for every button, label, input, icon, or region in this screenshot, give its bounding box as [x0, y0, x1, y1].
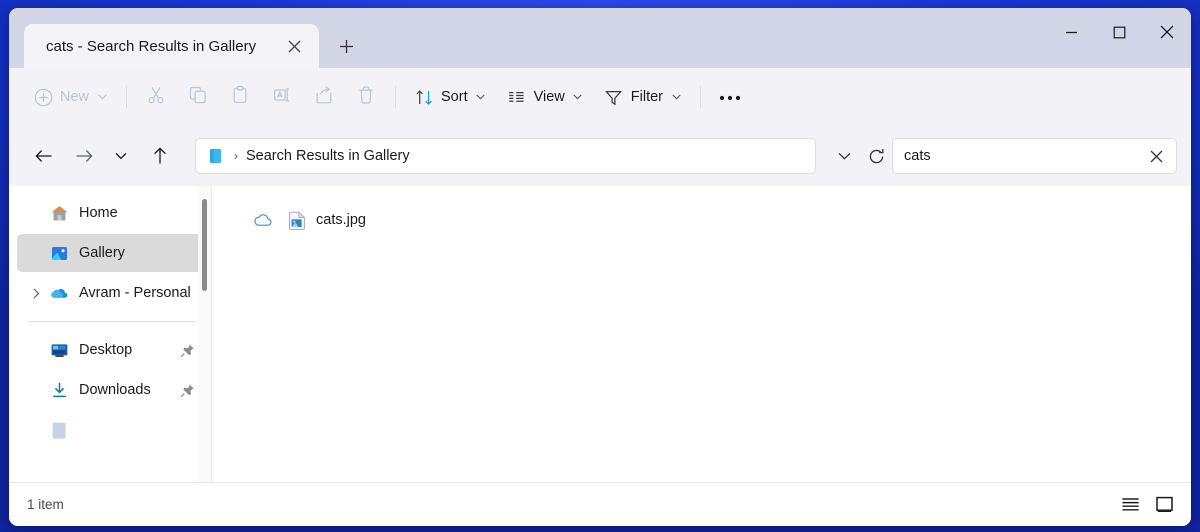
home-icon — [49, 203, 69, 223]
view-button[interactable]: View — [497, 79, 594, 115]
up-button[interactable] — [143, 139, 177, 173]
view-toggle-group — [1115, 491, 1179, 519]
sidebar-item-label: Desktop — [79, 342, 133, 358]
sidebar-scrollbar-track[interactable] — [198, 186, 211, 482]
documents-icon — [49, 420, 69, 440]
toolbar-divider-3 — [700, 86, 702, 108]
sort-icon — [414, 87, 434, 107]
scissors-icon — [146, 85, 166, 110]
sidebar-item-label: Home — [79, 205, 118, 221]
sidebar-item-partial[interactable] — [17, 411, 203, 449]
sidebar-scrollbar-thumb[interactable] — [202, 199, 207, 291]
status-bar: 1 item — [9, 482, 1191, 526]
search-input[interactable]: cats — [904, 148, 1142, 164]
toolbar-divider-1 — [126, 86, 128, 108]
tab-search-results[interactable]: cats - Search Results in Gallery — [24, 24, 319, 68]
pin-icon[interactable] — [179, 342, 195, 358]
tab-strip: cats - Search Results in Gallery — [9, 8, 361, 68]
pin-icon[interactable] — [179, 382, 195, 398]
file-list-pane[interactable]: cats.jpg — [212, 186, 1191, 482]
copy-button[interactable] — [177, 79, 219, 115]
sidebar-item-onedrive[interactable]: Avram - Personal — [17, 274, 203, 312]
chevron-right-icon[interactable] — [29, 288, 43, 299]
table-row[interactable]: cats.jpg — [212, 204, 1191, 236]
sidebar-divider — [27, 321, 197, 322]
maximize-icon[interactable] — [1095, 8, 1143, 56]
item-count-label: 1 item — [27, 497, 64, 512]
sort-button[interactable]: Sort — [404, 79, 497, 115]
cloud-icon — [252, 209, 274, 231]
file-name-label: cats.jpg — [316, 212, 366, 228]
new-tab-icon[interactable] — [331, 31, 361, 61]
filter-button[interactable]: Filter — [594, 79, 692, 115]
explorer-body: Home Gallery Avram - Personal Desktop Do… — [9, 186, 1191, 482]
chevron-down-icon — [475, 94, 487, 100]
chevron-down-icon — [670, 94, 682, 100]
sidebar-item-label: Downloads — [79, 382, 151, 398]
new-button-label: New — [60, 89, 90, 105]
minimize-icon[interactable] — [1047, 8, 1095, 56]
close-window-icon[interactable] — [1143, 8, 1191, 56]
rename-button[interactable] — [261, 79, 303, 115]
navigation-pane: Home Gallery Avram - Personal Desktop Do… — [9, 186, 211, 482]
sidebar-item-label: Gallery — [79, 245, 125, 261]
rename-icon — [272, 85, 292, 110]
title-bar: cats - Search Results in Gallery — [9, 8, 1191, 68]
tab-title: cats - Search Results in Gallery — [46, 37, 257, 55]
address-bar[interactable]: › Search Results in Gallery — [195, 138, 816, 174]
onedrive-icon — [49, 283, 69, 303]
plus-circle-icon — [33, 87, 53, 107]
share-icon — [314, 85, 334, 110]
address-bar-row: › Search Results in Gallery cats — [9, 126, 1191, 186]
sidebar-item-desktop[interactable]: Desktop — [17, 331, 203, 369]
back-button[interactable] — [27, 139, 61, 173]
details-view-icon[interactable] — [1115, 491, 1145, 519]
filter-funnel-icon — [604, 87, 624, 107]
view-list-icon — [507, 87, 527, 107]
refresh-icon[interactable] — [860, 140, 892, 172]
file-explorer-window: cats - Search Results in Gallery New Sor… — [9, 8, 1191, 526]
paste-button[interactable] — [219, 79, 261, 115]
trash-icon — [356, 85, 376, 110]
chevron-down-icon — [96, 94, 108, 100]
breadcrumb-path: Search Results in Gallery — [246, 148, 410, 164]
gallery-icon — [49, 243, 69, 263]
new-button[interactable]: New — [23, 79, 118, 115]
large-icons-view-icon[interactable] — [1149, 491, 1179, 519]
jpg-file-icon — [287, 210, 307, 230]
desktop-icon — [49, 340, 69, 360]
sidebar-item-gallery[interactable]: Gallery — [17, 234, 203, 272]
copy-icon — [188, 85, 208, 110]
forward-button[interactable] — [67, 139, 101, 173]
clear-search-icon[interactable] — [1142, 142, 1170, 170]
address-actions — [828, 140, 892, 172]
search-box[interactable]: cats — [892, 138, 1177, 174]
delete-button[interactable] — [345, 79, 387, 115]
recent-locations-button[interactable] — [107, 139, 135, 173]
sidebar-item-downloads[interactable]: Downloads — [17, 371, 203, 409]
previous-locations-chevron-icon[interactable] — [828, 140, 860, 172]
gallery-breadcrumb-icon — [206, 146, 226, 166]
toolbar-divider-2 — [395, 86, 397, 108]
close-tab-icon[interactable] — [279, 31, 309, 61]
chevron-down-icon — [572, 94, 584, 100]
cut-button[interactable] — [135, 79, 177, 115]
window-controls — [1047, 8, 1191, 56]
view-button-label: View — [533, 89, 565, 105]
downloads-icon — [49, 380, 69, 400]
sort-button-label: Sort — [441, 89, 468, 105]
ellipsis-icon — [719, 88, 741, 106]
clipboard-icon — [230, 85, 250, 110]
breadcrumb-separator: › — [234, 149, 238, 163]
see-more-button[interactable] — [709, 79, 751, 115]
command-bar: New Sort View Filter — [9, 68, 1191, 126]
share-button[interactable] — [303, 79, 345, 115]
filter-button-label: Filter — [630, 89, 664, 105]
sidebar-item-label: Avram - Personal — [79, 285, 191, 301]
sidebar-item-home[interactable]: Home — [17, 194, 203, 232]
